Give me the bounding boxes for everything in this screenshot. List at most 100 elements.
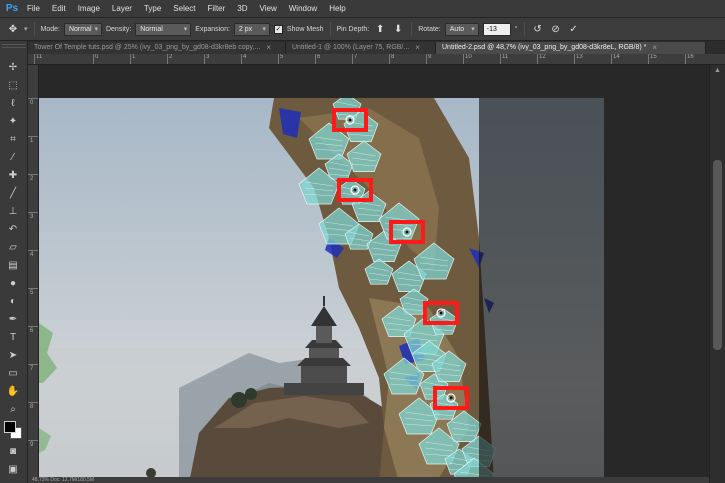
separator: [329, 22, 331, 36]
menu-edit[interactable]: Edit: [46, 0, 72, 18]
ruler-tick-label: 16: [687, 54, 694, 60]
close-icon[interactable]: ×: [266, 42, 271, 54]
mode-select[interactable]: Normal: [63, 22, 102, 36]
path-selection-icon[interactable]: ➤: [5, 347, 21, 363]
lasso-icon[interactable]: ℓ: [5, 95, 21, 111]
ruler-tick: [426, 54, 427, 64]
rotate-label: Rotate:: [418, 25, 441, 33]
tab-untitled-1[interactable]: Untitled-1 @ 100% (Layer 75, RGB/... ×: [286, 42, 436, 54]
marquee-icon[interactable]: ⬚: [5, 77, 21, 93]
density-label: Density:: [105, 25, 132, 33]
vertical-scrollbar[interactable]: ▲: [709, 65, 725, 483]
ruler-tick-label: 2: [169, 54, 173, 60]
ruler-tick: [93, 54, 94, 64]
rotate-angle-field[interactable]: -13: [482, 22, 511, 36]
ruler-tick: [500, 54, 501, 64]
ruler-tick: [315, 54, 316, 64]
ruler-tick: [28, 364, 38, 365]
tool-preset-chevron-icon[interactable]: ▾: [24, 25, 28, 33]
menu-bar: Ps File Edit Image Layer Type Select Fil…: [0, 0, 725, 18]
ruler-tick: [278, 54, 279, 64]
ruler-tick-label: 13: [576, 54, 583, 60]
brush-icon[interactable]: ╱: [5, 185, 21, 201]
zoom-icon[interactable]: ⌕: [5, 401, 21, 417]
menu-help[interactable]: Help: [323, 0, 351, 18]
show-mesh-checkbox[interactable]: ✓: [273, 24, 283, 34]
quick-mask-icon[interactable]: ◙: [5, 443, 21, 459]
eyedropper-icon[interactable]: ⁄: [5, 149, 21, 165]
ruler-tick: [648, 54, 649, 64]
dodge-icon[interactable]: ◐: [5, 293, 21, 309]
ruler-tick: [611, 54, 612, 64]
clone-stamp-icon[interactable]: ⊥: [5, 203, 21, 219]
ruler-tick-label: 2: [30, 176, 34, 182]
ruler-tick: [241, 54, 242, 64]
pin-depth-label: Pin Depth:: [336, 25, 370, 33]
menu-select[interactable]: Select: [167, 0, 201, 18]
ruler-tick-label: 9: [30, 442, 34, 448]
ruler-tick-label: 11: [36, 54, 43, 60]
ruler-tick-label: 0: [95, 54, 99, 60]
gradient-icon[interactable]: ▤: [5, 257, 21, 273]
pen-icon[interactable]: ✒: [5, 311, 21, 327]
tab-untitled-2[interactable]: Untitled-2.psd @ 48,7% (ivy_03_png_by_gd…: [436, 42, 706, 54]
expansion-field[interactable]: 2 px: [233, 22, 270, 36]
eraser-icon[interactable]: ▱: [5, 239, 21, 255]
ruler-tick: [685, 54, 686, 64]
puppet-warp-tool-icon[interactable]: ✥: [6, 22, 20, 36]
healing-brush-icon[interactable]: ✚: [5, 167, 21, 183]
ruler-tick-label: 5: [30, 290, 34, 296]
ruler-vertical: 0 1 2 3 4 5 6 7 8 9: [28, 65, 39, 483]
history-brush-icon[interactable]: ↶: [5, 221, 21, 237]
magic-wand-icon[interactable]: ✦: [5, 113, 21, 129]
canvas-area[interactable]: [39, 65, 709, 483]
blur-icon[interactable]: ●: [5, 275, 21, 291]
crop-icon[interactable]: ⌗: [5, 131, 21, 147]
menu-window[interactable]: Window: [283, 0, 323, 18]
ruler-tick: [28, 326, 38, 327]
ruler-tick: [204, 54, 205, 64]
show-mesh-label: Show Mesh: [286, 25, 324, 33]
commit-check-icon[interactable]: ✓: [567, 22, 581, 36]
pin-forward-icon[interactable]: ⬆: [373, 22, 387, 36]
menu-view[interactable]: View: [254, 0, 283, 18]
ruler-tick-label: 8: [30, 404, 34, 410]
pin-backward-icon[interactable]: ⬇: [391, 22, 405, 36]
menu-filter[interactable]: Filter: [202, 0, 232, 18]
ruler-tick: [28, 212, 38, 213]
ruler-tick: [352, 54, 353, 64]
menu-layer[interactable]: Layer: [106, 0, 138, 18]
density-select[interactable]: Normal: [135, 22, 192, 36]
scroll-up-icon[interactable]: ▲: [712, 67, 723, 77]
options-bar: ✥ ▾ Mode: Normal Density: Normal Expansi…: [0, 18, 725, 41]
tab-label: Untitled-1 @ 100% (Layer 75, RGB/...: [292, 44, 410, 51]
close-icon[interactable]: ×: [415, 42, 420, 54]
expansion-label: Expansion:: [195, 25, 230, 33]
document-canvas[interactable]: [39, 98, 604, 483]
menu-file[interactable]: File: [21, 0, 46, 18]
type-icon[interactable]: T: [5, 329, 21, 345]
ruler-tick-label: 7: [30, 366, 34, 372]
close-icon[interactable]: ×: [652, 42, 657, 54]
shape-icon[interactable]: ▭: [5, 365, 21, 381]
separator: [523, 22, 525, 36]
ruler-horizontal: 11 0 1 2 3 4 5 6 7 8 9 10 11 12 13 14 15 16: [28, 54, 725, 65]
hand-icon[interactable]: ✋: [5, 383, 21, 399]
screen-mode-icon[interactable]: ▣: [5, 461, 21, 477]
ruler-tick-label: 3: [206, 54, 210, 60]
menu-type[interactable]: Type: [138, 0, 167, 18]
cancel-icon[interactable]: ⊘: [549, 22, 563, 36]
menu-image[interactable]: Image: [72, 0, 106, 18]
ruler-tick: [28, 288, 38, 289]
move-icon[interactable]: ✢: [5, 59, 21, 75]
foreground-color-swatch[interactable]: [4, 421, 16, 433]
scroll-thumb[interactable]: [713, 160, 722, 350]
tab-tower-of-temple[interactable]: Tower Of Temple tuts.psd @ 25% (ivy_03_p…: [28, 42, 286, 54]
rotate-mode-select[interactable]: Auto: [444, 22, 479, 36]
scene-artwork: [39, 98, 604, 483]
toolbar-grip[interactable]: [2, 44, 26, 48]
reset-icon[interactable]: ↺: [531, 22, 545, 36]
menu-3d[interactable]: 3D: [231, 0, 253, 18]
ps-logo: Ps: [5, 3, 19, 14]
mode-label: Mode:: [40, 25, 60, 33]
